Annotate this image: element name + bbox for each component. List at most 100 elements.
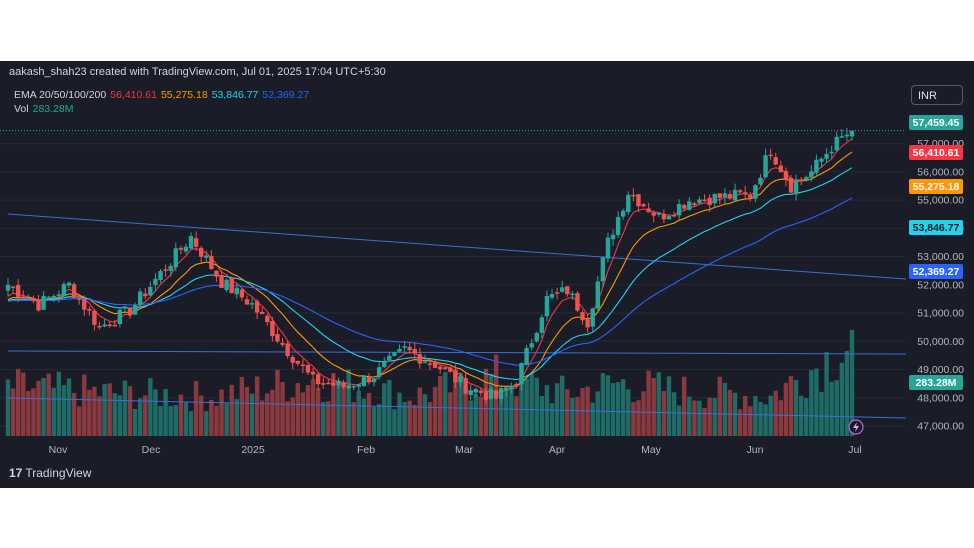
candle	[254, 299, 260, 319]
volume-bar	[132, 409, 138, 436]
candle	[565, 286, 570, 297]
candle	[173, 242, 178, 272]
candle	[168, 263, 173, 277]
volume-bar	[656, 372, 661, 436]
volume-bar	[326, 401, 331, 436]
volume-bar	[727, 389, 733, 436]
candle	[595, 275, 600, 312]
candle	[376, 360, 382, 380]
candle-body	[575, 293, 580, 311]
candle-body	[10, 286, 16, 288]
volume-bar	[804, 398, 809, 436]
candle-body	[224, 279, 229, 290]
volume-bar	[743, 395, 748, 436]
candle-body	[229, 277, 234, 294]
candle-body	[590, 308, 595, 327]
candle	[183, 243, 189, 255]
volume-bar	[448, 392, 453, 436]
volume-bar	[361, 398, 367, 436]
price-label-text: 52,369.27	[913, 266, 960, 278]
candle-body	[743, 192, 748, 194]
candle	[148, 281, 153, 296]
x-tick-label: Nov	[49, 444, 68, 456]
candle-body	[275, 334, 280, 342]
candle	[798, 176, 804, 186]
candle-body	[519, 363, 524, 385]
volume-bar	[478, 396, 484, 436]
currency-button[interactable]: INR	[911, 85, 963, 105]
candle	[743, 185, 748, 200]
volume-bar	[305, 385, 311, 436]
candle-body	[346, 385, 351, 389]
candle-body	[544, 295, 550, 317]
volume-bar	[565, 389, 570, 436]
candle-body	[290, 357, 295, 363]
tradingview-brand: 17 TradingView	[9, 466, 91, 480]
chart-credit: aakash_shah23 created with TradingView.c…	[9, 66, 386, 78]
volume-bar	[351, 402, 356, 436]
volume-bar	[666, 376, 672, 436]
candle-body	[112, 324, 117, 327]
candle-body	[260, 311, 265, 315]
candle-body	[163, 269, 168, 271]
volume-bar	[336, 385, 341, 436]
candle-body	[488, 388, 494, 399]
y-tick-label: 47,000.00	[917, 421, 964, 433]
candle-body	[702, 199, 707, 202]
ema20-value: 56,410.61	[110, 89, 157, 101]
candle-body	[315, 374, 321, 385]
candle	[117, 308, 123, 328]
volume-bar	[31, 388, 36, 436]
ema-legend-row[interactable]: EMA 20/50/100/200 56,410.61 55,275.18 53,84…	[14, 88, 313, 102]
candle-body	[493, 390, 499, 399]
price-chart[interactable]: 47,000.00 48,000.00 49,000.00 50,000.00 51,0…	[0, 61, 974, 488]
candle-body	[214, 270, 219, 277]
volume-bar	[717, 376, 723, 436]
lightning-icon[interactable]	[848, 419, 864, 435]
candle-body	[504, 388, 509, 391]
candle	[793, 174, 799, 201]
candle	[549, 288, 555, 300]
candle	[534, 331, 539, 343]
candle	[575, 291, 580, 312]
candle	[646, 202, 651, 213]
volume-bar	[595, 391, 600, 436]
candle-body	[397, 348, 402, 352]
y-tick-label: 48,000.00	[917, 392, 964, 404]
candle	[631, 188, 636, 202]
volume-bar	[554, 383, 560, 436]
ema50-value: 55,275.18	[160, 89, 208, 101]
candle	[366, 373, 372, 385]
volume-bar	[671, 392, 677, 436]
volume-bar	[661, 391, 667, 436]
volume-bar	[615, 382, 621, 436]
candle-body	[61, 284, 67, 297]
volume-bar	[310, 379, 316, 436]
candle-body	[676, 203, 682, 216]
candle-body	[437, 366, 443, 370]
candle-body	[498, 388, 504, 399]
price-label: 55,275.18	[909, 179, 963, 194]
volume-bar	[341, 382, 346, 436]
volume-bar	[437, 376, 443, 436]
volume-bar	[809, 370, 814, 436]
volume-bar	[737, 409, 743, 436]
candle	[783, 167, 789, 187]
candle-body	[514, 383, 519, 387]
volume-bar	[539, 395, 545, 436]
candle	[621, 208, 626, 220]
volume-bar	[244, 387, 250, 436]
candle	[305, 363, 311, 376]
x-axis: Nov Dec 2025 Feb Mar Apr May Jun Jul	[49, 444, 862, 456]
volume-bar	[97, 396, 102, 436]
candle	[753, 184, 758, 203]
candle-body	[387, 355, 392, 360]
volume-bar	[600, 373, 606, 436]
volume-legend-row[interactable]: Vol 283.28M	[14, 102, 313, 116]
candle-body	[849, 130, 855, 137]
candle-body	[392, 352, 397, 356]
volume-bar	[417, 387, 423, 436]
candle	[158, 268, 163, 283]
volume-bar	[56, 371, 62, 436]
candle-body	[122, 306, 128, 309]
